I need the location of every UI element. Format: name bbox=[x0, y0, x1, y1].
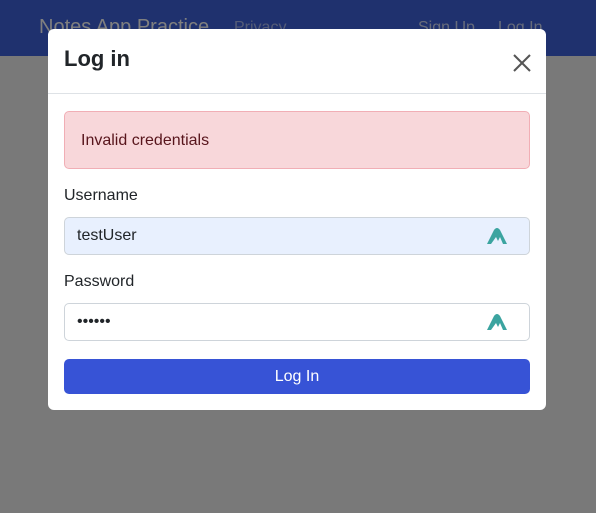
password-field-wrapper bbox=[64, 303, 530, 341]
modal-title: Log in bbox=[64, 46, 130, 71]
close-icon bbox=[513, 54, 531, 72]
modal-header: Log in bbox=[48, 29, 546, 94]
log-in-button[interactable]: Log In bbox=[64, 359, 530, 394]
close-button[interactable] bbox=[511, 52, 533, 74]
password-input[interactable] bbox=[65, 304, 529, 340]
password-manager-icon[interactable] bbox=[486, 227, 508, 245]
login-modal: Log in Invalid credentials Username Pass… bbox=[48, 29, 546, 410]
password-manager-icon[interactable] bbox=[486, 313, 508, 331]
username-label: Username bbox=[64, 187, 138, 204]
password-label: Password bbox=[64, 273, 135, 290]
error-alert: Invalid credentials bbox=[64, 111, 530, 169]
username-field-wrapper bbox=[64, 217, 530, 255]
username-input[interactable] bbox=[65, 218, 529, 254]
error-alert-text: Invalid credentials bbox=[81, 132, 210, 149]
